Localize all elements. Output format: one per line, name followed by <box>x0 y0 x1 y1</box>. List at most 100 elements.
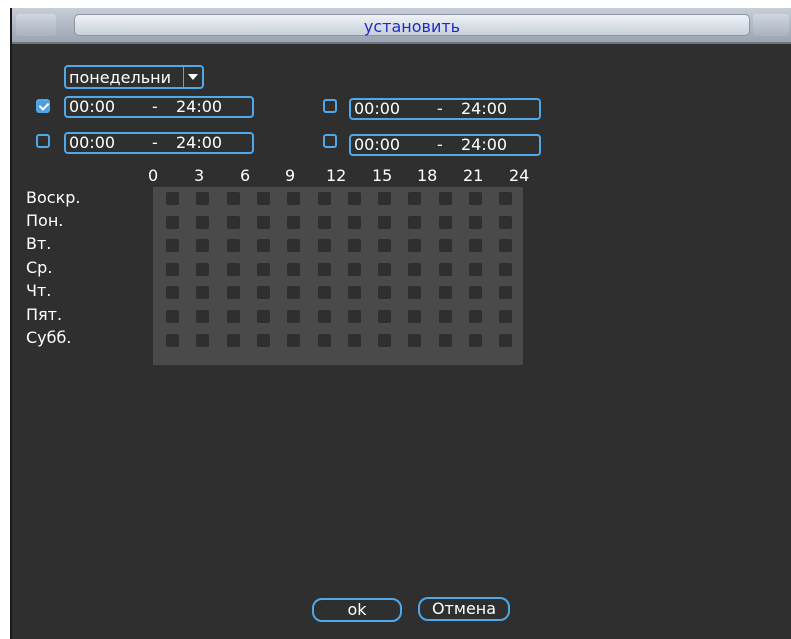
schedule-cell[interactable] <box>318 334 331 347</box>
schedule-cell[interactable] <box>166 310 179 323</box>
period-3-time-field[interactable]: 00:00 - 24:00 <box>64 132 254 154</box>
title-bar-left-segment <box>16 14 56 36</box>
schedule-cell[interactable] <box>166 334 179 347</box>
schedule-cell[interactable] <box>196 263 209 276</box>
schedule-cell[interactable] <box>257 310 270 323</box>
schedule-cell[interactable] <box>439 263 452 276</box>
schedule-cell[interactable] <box>378 334 391 347</box>
schedule-cell[interactable] <box>408 310 421 323</box>
schedule-cell[interactable] <box>318 263 331 276</box>
schedule-cell[interactable] <box>318 192 331 205</box>
schedule-cell[interactable] <box>439 239 452 252</box>
chevron-down-icon[interactable] <box>183 67 202 87</box>
schedule-cell[interactable] <box>348 263 361 276</box>
schedule-cell[interactable] <box>378 310 391 323</box>
schedule-cell[interactable] <box>348 216 361 229</box>
schedule-cell[interactable] <box>469 334 482 347</box>
schedule-cell[interactable] <box>166 263 179 276</box>
schedule-cell[interactable] <box>318 216 331 229</box>
schedule-cell[interactable] <box>408 334 421 347</box>
schedule-cell[interactable] <box>166 192 179 205</box>
schedule-cell[interactable] <box>469 239 482 252</box>
schedule-cell[interactable] <box>439 334 452 347</box>
schedule-cell[interactable] <box>318 310 331 323</box>
schedule-cell[interactable] <box>378 263 391 276</box>
schedule-cell[interactable] <box>196 310 209 323</box>
schedule-cell[interactable] <box>227 192 240 205</box>
schedule-cell[interactable] <box>257 286 270 299</box>
schedule-cell[interactable] <box>257 192 270 205</box>
schedule-cell[interactable] <box>408 216 421 229</box>
schedule-cell[interactable] <box>439 216 452 229</box>
schedule-cell[interactable] <box>348 286 361 299</box>
schedule-cell[interactable] <box>499 334 512 347</box>
schedule-cell[interactable] <box>287 334 300 347</box>
schedule-cell[interactable] <box>196 239 209 252</box>
schedule-cell[interactable] <box>287 310 300 323</box>
schedule-cell[interactable] <box>287 286 300 299</box>
schedule-cell[interactable] <box>227 310 240 323</box>
schedule-cell[interactable] <box>166 216 179 229</box>
schedule-cell[interactable] <box>408 192 421 205</box>
schedule-cell[interactable] <box>348 192 361 205</box>
schedule-cell[interactable] <box>227 334 240 347</box>
schedule-cell[interactable] <box>196 192 209 205</box>
schedule-cell[interactable] <box>499 239 512 252</box>
schedule-cell[interactable] <box>408 263 421 276</box>
schedule-cell[interactable] <box>439 192 452 205</box>
schedule-cell[interactable] <box>348 334 361 347</box>
schedule-cell[interactable] <box>378 286 391 299</box>
schedule-cell[interactable] <box>348 239 361 252</box>
schedule-cell[interactable] <box>499 310 512 323</box>
schedule-cell[interactable] <box>378 239 391 252</box>
schedule-cell[interactable] <box>257 216 270 229</box>
schedule-cell[interactable] <box>378 192 391 205</box>
schedule-cell[interactable] <box>287 263 300 276</box>
schedule-cell[interactable] <box>469 310 482 323</box>
day-select[interactable]: понедельни <box>64 65 204 89</box>
cancel-button[interactable]: Отмена <box>418 597 510 621</box>
schedule-cell[interactable] <box>227 216 240 229</box>
schedule-cell[interactable] <box>196 334 209 347</box>
period-4-time-field[interactable]: 00:00 - 24:00 <box>349 134 541 156</box>
schedule-cell[interactable] <box>499 286 512 299</box>
schedule-cell[interactable] <box>318 239 331 252</box>
schedule-cell[interactable] <box>408 239 421 252</box>
day-label: Вт. <box>26 234 52 253</box>
schedule-cell[interactable] <box>469 263 482 276</box>
period-1-time-field[interactable]: 00:00 - 24:00 <box>64 96 254 118</box>
schedule-cell[interactable] <box>469 286 482 299</box>
schedule-cell[interactable] <box>257 239 270 252</box>
schedule-cell[interactable] <box>227 286 240 299</box>
period-3-checkbox[interactable] <box>36 134 50 148</box>
period-4-checkbox[interactable] <box>323 134 337 148</box>
period-1-checkbox[interactable] <box>36 99 50 113</box>
schedule-cell[interactable] <box>439 286 452 299</box>
schedule-cell[interactable] <box>196 216 209 229</box>
schedule-cell[interactable] <box>227 239 240 252</box>
schedule-cell[interactable] <box>287 192 300 205</box>
schedule-cell[interactable] <box>166 239 179 252</box>
schedule-cell[interactable] <box>287 239 300 252</box>
schedule-cell[interactable] <box>257 334 270 347</box>
schedule-dialog: установить понедельни 00:00 - 24:00 00:0… <box>10 8 791 639</box>
schedule-cell[interactable] <box>348 310 361 323</box>
schedule-cell[interactable] <box>287 216 300 229</box>
period-2-checkbox[interactable] <box>323 99 337 113</box>
schedule-cell[interactable] <box>166 286 179 299</box>
ok-button[interactable]: ok <box>312 598 402 622</box>
schedule-cell[interactable] <box>499 263 512 276</box>
schedule-cell[interactable] <box>257 263 270 276</box>
period-2-time-field[interactable]: 00:00 - 24:00 <box>349 98 541 120</box>
schedule-cell[interactable] <box>196 286 209 299</box>
schedule-cell[interactable] <box>469 216 482 229</box>
schedule-cell[interactable] <box>439 310 452 323</box>
schedule-cell[interactable] <box>227 263 240 276</box>
schedule-cell[interactable] <box>499 216 512 229</box>
schedule-cell[interactable] <box>378 216 391 229</box>
schedule-cell[interactable] <box>499 192 512 205</box>
schedule-grid[interactable] <box>153 187 523 365</box>
schedule-cell[interactable] <box>408 286 421 299</box>
schedule-cell[interactable] <box>469 192 482 205</box>
schedule-cell[interactable] <box>318 286 331 299</box>
